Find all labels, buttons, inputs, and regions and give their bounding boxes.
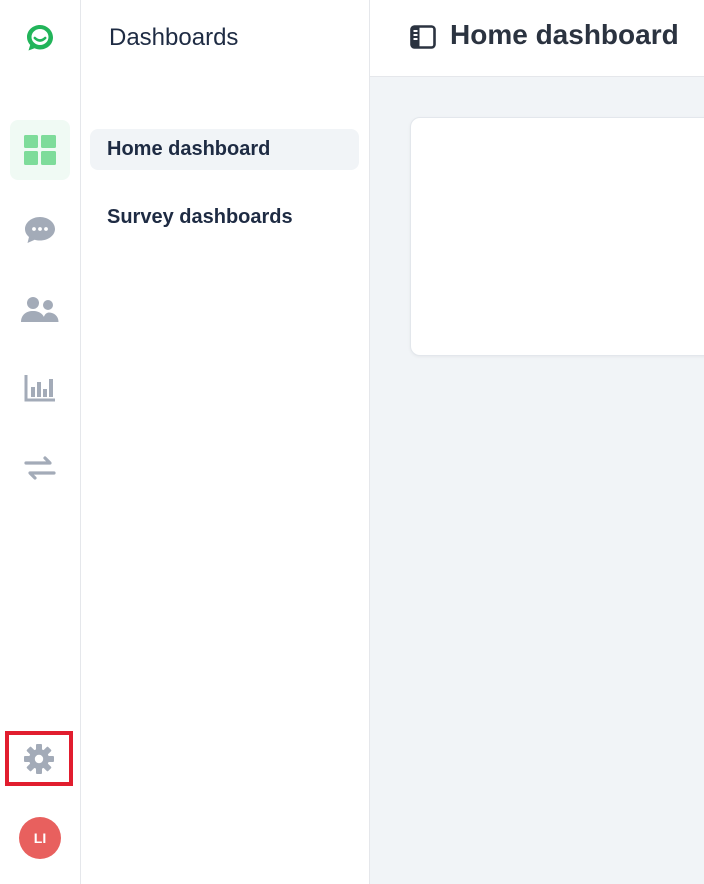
sidebar-title: Dashboards bbox=[109, 24, 239, 51]
settings-button[interactable] bbox=[5, 731, 73, 786]
dashboard-card bbox=[410, 117, 704, 356]
users-icon bbox=[21, 297, 59, 322]
app-window: LI Dashboards Home dashboard Survey dash… bbox=[0, 0, 704, 884]
rail-item-integrations[interactable] bbox=[10, 438, 70, 498]
rail-item-dashboards[interactable] bbox=[10, 120, 70, 180]
chat-bubble-icon bbox=[25, 217, 55, 243]
sidebar-toggle-icon bbox=[410, 25, 436, 49]
transfer-arrows-icon bbox=[24, 456, 56, 480]
rail-item-reports[interactable] bbox=[10, 358, 70, 418]
sidebar-item-home-dashboard[interactable]: Home dashboard bbox=[90, 129, 359, 170]
page-header: Home dashboard bbox=[370, 0, 704, 77]
dashboard-grid-icon bbox=[24, 135, 56, 165]
user-avatar[interactable]: LI bbox=[19, 817, 61, 859]
sidebar-item-survey-dashboards[interactable]: Survey dashboards bbox=[90, 197, 359, 238]
dashboards-sidebar: Dashboards Home dashboard Survey dashboa… bbox=[81, 0, 370, 884]
gear-icon bbox=[24, 743, 54, 774]
dashboard-content bbox=[370, 77, 704, 884]
rail-item-contacts[interactable] bbox=[10, 280, 70, 340]
sidebar-toggle-button[interactable] bbox=[410, 25, 436, 49]
sidebar-item-label: Home dashboard bbox=[107, 138, 271, 160]
icon-rail: LI bbox=[0, 0, 81, 884]
chat-bubble-smile-logo-icon[interactable] bbox=[24, 22, 56, 54]
avatar-initials: LI bbox=[33, 830, 47, 846]
page-title: Home dashboard bbox=[450, 19, 679, 50]
sidebar-item-label: Survey dashboards bbox=[107, 206, 293, 228]
rail-item-conversations[interactable] bbox=[10, 200, 70, 260]
bar-chart-icon bbox=[24, 375, 55, 402]
